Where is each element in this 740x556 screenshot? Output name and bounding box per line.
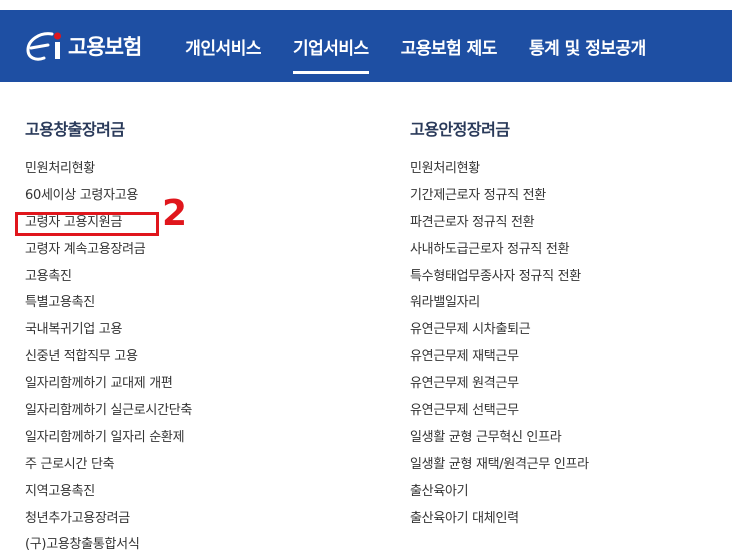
menu-item[interactable]: 유연근무제 원격근무	[410, 371, 589, 398]
menu-item[interactable]: 워라밸일자리	[410, 290, 589, 317]
employment-stability-column: 고용안정장려금 민원처리현황 기간제근로자 정규직 전환 파견근로자 정규직 전…	[410, 116, 589, 532]
nav-personal-services[interactable]: 개인서비스	[185, 28, 261, 65]
top-header: 고용보험 개인서비스 기업서비스 고용보험 제도 통계 및 정보공개	[0, 10, 732, 82]
menu-item[interactable]: 기간제근로자 정규직 전환	[410, 183, 589, 210]
menu-item[interactable]: 일자리함께하기 일자리 순환제	[25, 425, 192, 452]
menu-item[interactable]: 민원처리현황	[410, 156, 589, 183]
nav-business-services[interactable]: 기업서비스	[292, 28, 369, 74]
menu-item[interactable]: 출산육아기 대체인력	[410, 506, 589, 533]
menu-item[interactable]: 고령자 계속고용장려금	[25, 237, 192, 264]
column-title: 고용안정장려금	[410, 120, 510, 139]
employment-creation-column: 고용창출장려금 민원처리현황 60세이상 고령자고용 고령자 고용지원금 고령자…	[15, 116, 192, 556]
logo-text: 고용보험	[68, 35, 142, 59]
menu-item[interactable]: 일생활 균형 근무혁신 인프라	[410, 425, 589, 452]
menu-item[interactable]: 일자리함께하기 교대제 개편	[25, 371, 192, 398]
menu-item[interactable]: 일자리함께하기 실근로시간단축	[25, 398, 192, 425]
menu-item[interactable]: 주 근로시간 단축	[25, 452, 192, 479]
menu-list: 민원처리현황 기간제근로자 정규직 전환 파견근로자 정규직 전환 사내하도급근…	[410, 156, 589, 532]
menu-item[interactable]: 일생활 균형 재택/원격근무 인프라	[410, 452, 589, 479]
menu-item[interactable]: 특수형태업무종사자 정규직 전환	[410, 264, 589, 291]
menu-item[interactable]: 출산육아기	[410, 479, 589, 506]
menu-item[interactable]: 특별고용촉진	[25, 290, 192, 317]
nav-insurance-system[interactable]: 고용보험 제도	[401, 28, 498, 65]
menu-item[interactable]: 국내복귀기업 고용	[25, 317, 192, 344]
menu-item[interactable]: 유연근무제 시차출퇴근	[410, 317, 589, 344]
menu-item[interactable]: 지역고용촉진	[25, 479, 192, 506]
menu-item[interactable]: 고용촉진	[25, 264, 192, 291]
logo[interactable]: 고용보험	[22, 28, 142, 64]
menu-item[interactable]: 사내하도급근로자 정규직 전환	[410, 237, 589, 264]
ei-logo-icon	[22, 28, 66, 64]
menu-item[interactable]: 민원처리현황	[25, 156, 192, 183]
column-title: 고용창출장려금	[25, 120, 125, 139]
menu-item[interactable]: 청년추가고용장려금	[25, 506, 192, 533]
menu-item[interactable]: 신중년 적합직무 고용	[25, 344, 192, 371]
menu-item[interactable]: (구)고용창출통합서식	[25, 532, 192, 556]
menu-item[interactable]: 파견근로자 정규직 전환	[410, 210, 589, 237]
menu-item[interactable]: 유연근무제 재택근무	[410, 344, 589, 371]
annotation-step-number: 2	[162, 193, 188, 234]
main-nav: 개인서비스 기업서비스 고용보험 제도 통계 및 정보공개	[185, 28, 646, 74]
highlight-box	[15, 211, 159, 236]
nav-statistics[interactable]: 통계 및 정보공개	[529, 28, 646, 65]
menu-item[interactable]: 유연근무제 선택근무	[410, 398, 589, 425]
